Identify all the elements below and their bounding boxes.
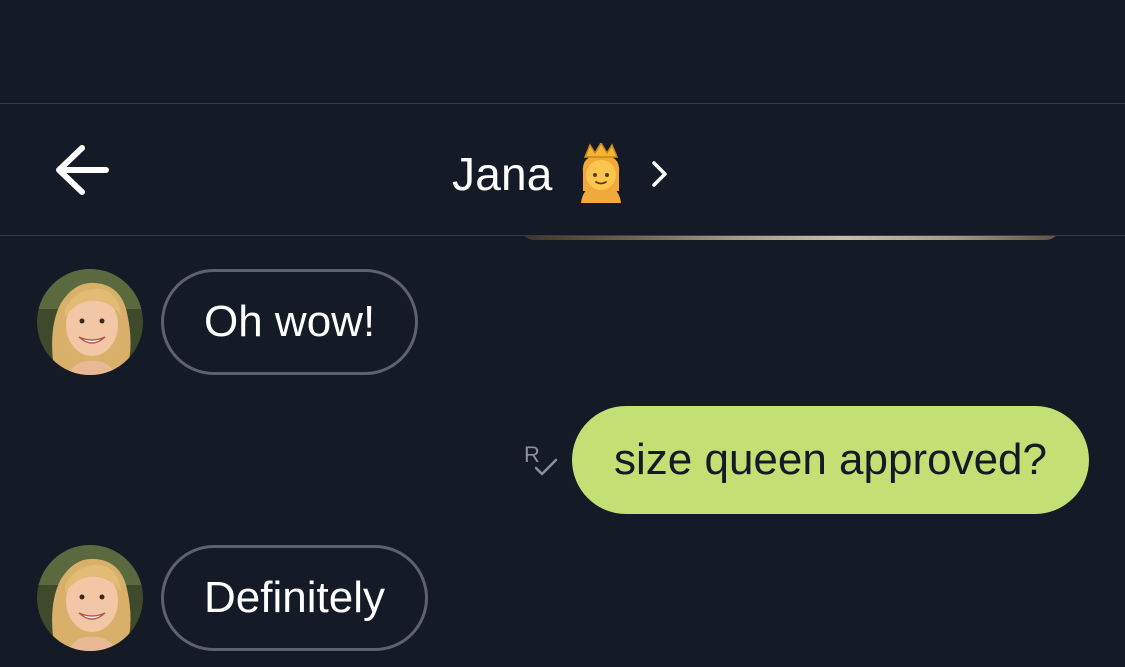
- message-text: Oh wow!: [204, 297, 376, 346]
- message-row-outgoing: R size queen approved?: [522, 406, 1089, 514]
- message-bubble-incoming[interactable]: Definitely: [161, 545, 428, 651]
- read-receipt-icon: R: [522, 438, 562, 482]
- contact-name: Jana: [452, 148, 553, 200]
- message-text: Definitely: [204, 573, 385, 622]
- avatar[interactable]: [37, 269, 143, 375]
- avatar[interactable]: [37, 545, 143, 651]
- message-row-incoming: Definitely: [37, 545, 428, 651]
- chat-title-button[interactable]: Jana: [452, 141, 671, 206]
- princess-emoji-icon: [573, 141, 629, 205]
- chat-header: Jana: [0, 104, 1125, 235]
- chat-screen: Jana Oh wow! R size queen approved? Defi…: [0, 0, 1125, 667]
- message-bubble-incoming[interactable]: Oh wow!: [161, 269, 419, 375]
- header-divider: [0, 235, 1125, 236]
- message-bubble-outgoing[interactable]: size queen approved?: [572, 406, 1089, 514]
- message-text: size queen approved?: [614, 435, 1047, 484]
- back-button[interactable]: [46, 138, 118, 202]
- read-receipt-letter: R: [524, 442, 540, 467]
- status-bar-area: [0, 0, 1125, 103]
- arrow-left-icon: [56, 145, 109, 195]
- chevron-right-icon: [649, 158, 671, 190]
- message-row-incoming: Oh wow!: [37, 269, 419, 375]
